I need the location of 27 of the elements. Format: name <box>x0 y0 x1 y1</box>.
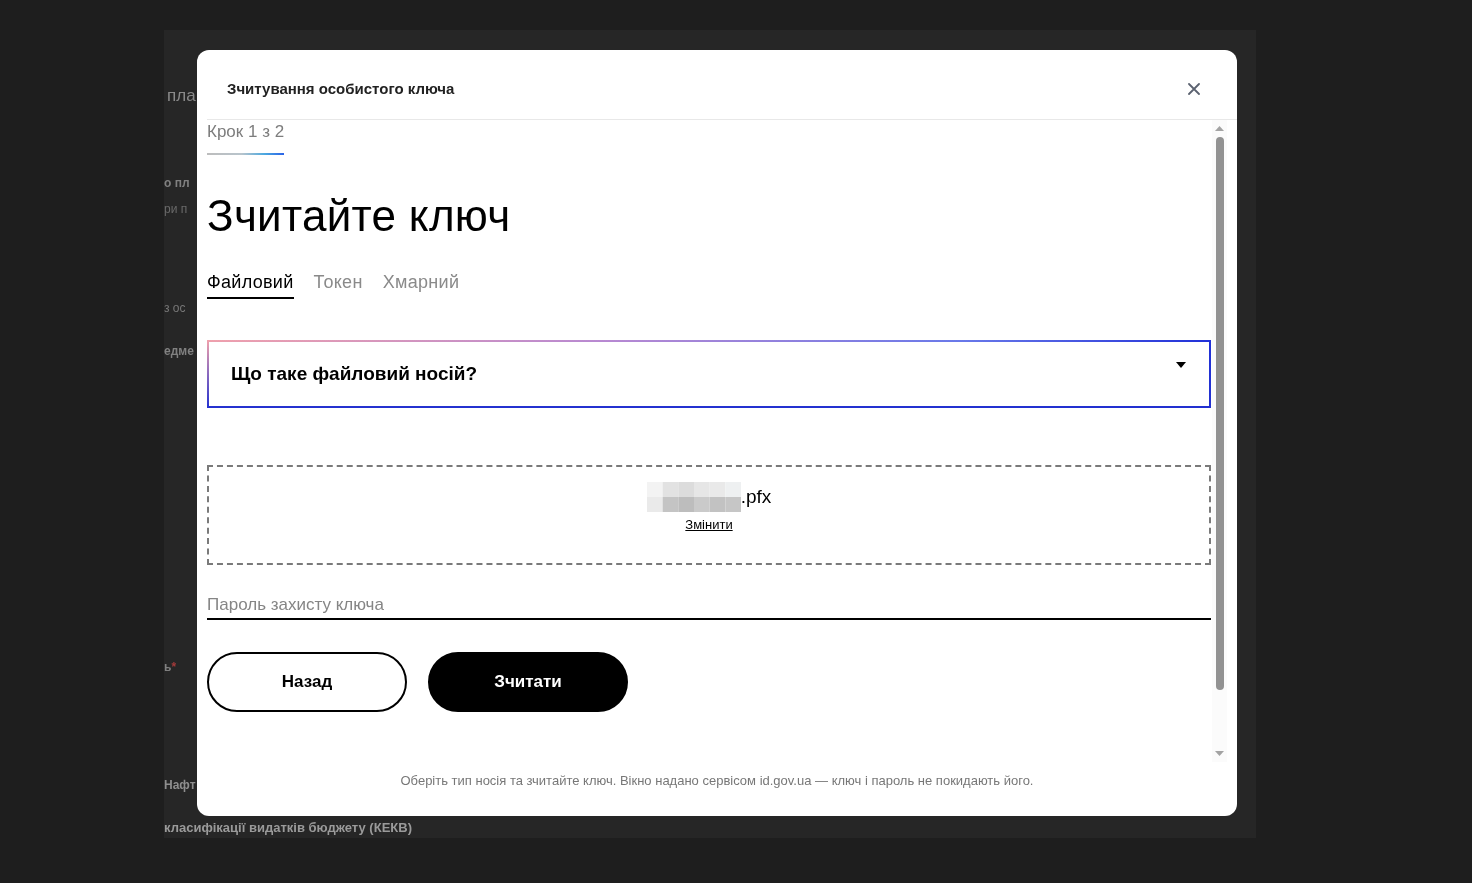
scroll-up-arrow-icon[interactable] <box>1215 126 1224 131</box>
background-text: о пл <box>164 175 190 192</box>
background-text: ри п <box>164 201 188 218</box>
file-drop-zone[interactable]: .pfx Змінити <box>207 465 1211 565</box>
scrollbar-track[interactable] <box>1212 120 1227 762</box>
tab[interactable]: Файловий <box>207 271 294 299</box>
scrollbar-thumb[interactable] <box>1215 137 1224 690</box>
back-button[interactable]: Назад <box>207 652 407 712</box>
read-button[interactable]: Зчитати <box>428 652 628 712</box>
background-text: едме <box>164 343 194 360</box>
page-heading: Зчитайте ключ <box>207 192 511 240</box>
scroll-down-arrow-icon[interactable] <box>1215 751 1224 756</box>
close-icon <box>1188 82 1200 95</box>
footer-note: Оберіть тип носія та зчитайте ключ. Вікно надано сервісом id.gov.ua — ключ і пароль не покидають його. <box>400 773 1034 789</box>
background-text: пла <box>166 85 196 107</box>
background-text: ь* <box>164 659 177 676</box>
accordion-title: Що таке файловий носій? <box>231 363 478 385</box>
close-button[interactable] <box>1188 82 1200 95</box>
dialog-title: Зчитування особистого ключа <box>227 80 455 97</box>
background-text: з ос <box>164 300 186 317</box>
password-field[interactable]: Пароль захисту ключа <box>207 594 1211 620</box>
background-text: Нафт <box>164 777 196 794</box>
change-link[interactable]: Змінити <box>685 517 733 533</box>
accordion-header[interactable]: Що таке файловий носій? <box>207 340 1211 408</box>
step-indicator: Крок 1 з 2 <box>207 122 285 142</box>
file-extension: .pfx <box>740 486 772 508</box>
background-text: класифікації видатків бюджету (КЕКВ) <box>164 819 412 837</box>
